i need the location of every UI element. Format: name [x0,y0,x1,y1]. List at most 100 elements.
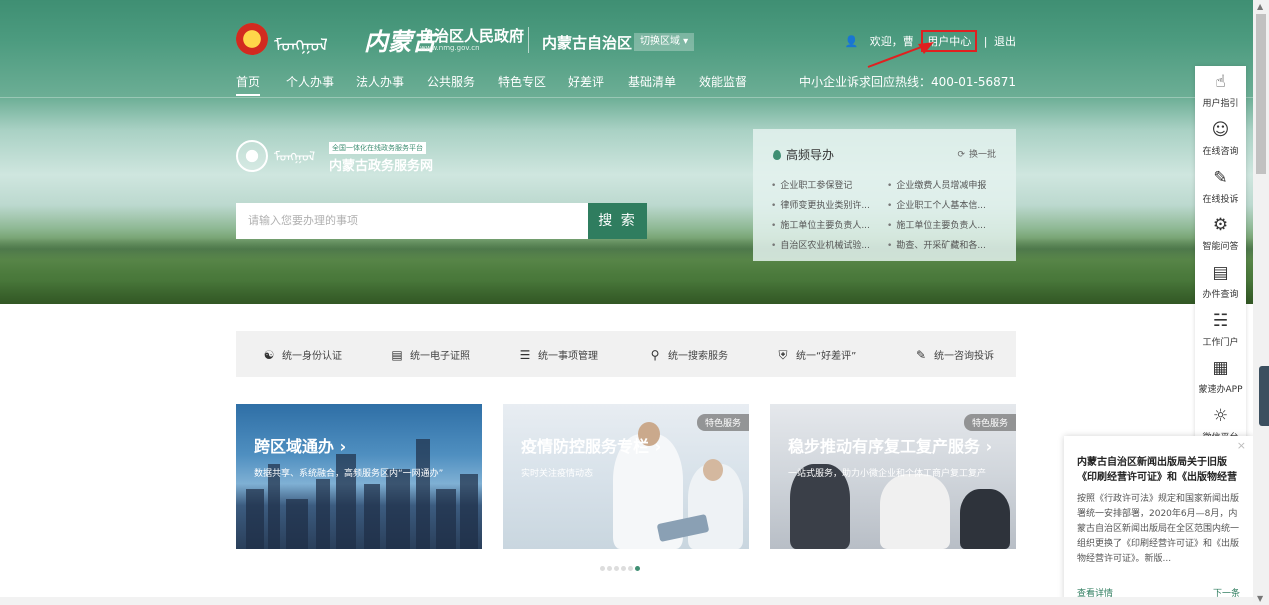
hot-guide-panel: 高频导办 ⟳换一批 企业职工参保登记 企业缴费人员增减申报 律师变更执业类别许.… [753,129,1016,261]
card-title: 疫情防控服务专栏 › [521,437,662,456]
nurse-head [703,459,723,481]
building-shape [386,469,410,549]
sidebar-item-online-complaint[interactable]: ✎ 在线投诉 [1195,168,1246,205]
nav-supervision[interactable]: 效能监督 [699,73,747,90]
nav-basic-list[interactable]: 基础清单 [628,73,676,90]
switch-region-button[interactable]: 切换区域 ▾ [634,33,695,51]
unified-rating[interactable]: ⛨ 统一“好差评” [776,347,856,363]
hot-item[interactable]: 施工单位主要负责人... [887,218,999,231]
card-title: 跨区域通办 › [254,437,347,456]
card-resume-work[interactable]: 特色服务 稳步推动有序复工复产服务 › 一站式服务，助力小微企业和个体工商户复工… [770,404,1016,549]
hot-item[interactable]: 企业缴费人员增减申报 [887,178,999,191]
portal-emblem-icon [236,140,268,172]
carousel-dot[interactable] [600,566,605,571]
card-subtitle: 数据共享、系统融合，高频服务区内“一网通办” [254,469,444,479]
region-name: 内蒙古自治区 [542,34,633,52]
sidebar-item-online-consult[interactable]: ☺ 在线咨询 [1195,120,1246,157]
sidebar-item-case-query[interactable]: ▤ 办件查询 [1195,263,1246,300]
carousel-dot[interactable] [607,566,612,571]
sidebar-item-work-portal[interactable]: ☵ 工作门户 [1195,311,1246,348]
logout-link[interactable]: 退出 [994,33,1016,49]
hot-item[interactable]: 企业职工个人基本信... [887,198,999,211]
nav-divider [0,97,1253,98]
unified-id-auth[interactable]: ☯ 统一身份认证 [262,347,342,362]
hot-item[interactable]: 律师变更执业类别许... [771,198,883,211]
scrollbar[interactable]: ▲ ▼ [1253,0,1269,605]
nav-personal[interactable]: 个人办事 [286,73,334,90]
carousel-dot[interactable] [621,566,626,571]
edit-icon: ✎ [915,348,927,362]
close-icon[interactable]: × [1237,439,1246,452]
hot-item[interactable]: 自治区农业机械试验... [771,238,883,251]
building-shape [286,499,308,549]
list-icon: ☰ [519,348,531,362]
card-cross-region[interactable]: 跨区域通办 › 数据共享、系统融合，高频服务区内“一网通办” [236,404,482,549]
nav-corporate[interactable]: 法人办事 [356,73,404,90]
news-popup: × 内蒙古自治区新闻出版局关于旧版《印刷经营许可证》和《出版物经营许... 按照… [1064,436,1253,605]
card-subtitle: 实时关注疫情动态 [521,469,594,479]
refresh-button[interactable]: ⟳ 换一批 [957,147,996,160]
gov-name[interactable]: 自治区人民政府 [419,25,524,46]
building-shape [416,439,430,549]
mongolian-script: ᠮᠣᠩᠭᠣᠯ [274,36,328,56]
carousel-dot[interactable] [614,566,619,571]
hot-item[interactable]: 企业职工参保登记 [771,178,883,191]
portal-logo: ᠮᠣᠩᠭᠣᠯ 全国一体化在线政务服务平台 内蒙古政务服务网 [236,140,456,176]
divider [528,27,529,53]
hot-item[interactable]: 勘查、开采矿藏和各... [887,238,999,251]
sidebar-item-smart-qa[interactable]: ⚙ 智能问答 [1195,215,1246,252]
main-nav: 首页 个人办事 法人办事 公共服务 特色专区 好差评 基础清单 效能监督 中小企… [236,73,1016,97]
nav-rating[interactable]: 好差评 [568,73,604,90]
unified-item-management[interactable]: ☰ 统一事项管理 [518,347,598,362]
pen-icon: ✎ [1213,168,1228,188]
popup-body: 按照《行政许可法》规定和国家新闻出版署统一安排部署，2020年6月—8月，内蒙古… [1077,494,1240,564]
carousel-dots [600,560,642,574]
shield-icon: ⛨ [778,348,788,362]
user-icon: 👤 [844,34,859,48]
carousel-dot-active[interactable] [635,566,640,571]
building-shape [246,489,264,549]
nav-home[interactable]: 首页 [236,73,261,96]
nav-special-zone[interactable]: 特色专区 [498,73,546,90]
unified-search-service[interactable]: ⚲ 统一搜索服务 [648,347,728,362]
unified-e-certificate[interactable]: ▤ 统一电子证照 [390,347,470,362]
search-button[interactable]: 搜 索 [588,203,647,239]
sidebar-item-app[interactable]: ▦ 蒙速办APP [1195,358,1246,395]
document-search-icon: ▤ [1212,263,1229,283]
card-badge: 特色服务 [696,414,749,431]
search-input[interactable] [236,203,588,239]
unified-complaint[interactable]: ✎ 统一咨询投诉 [914,347,994,362]
separator: | [983,34,988,48]
popup-title[interactable]: 内蒙古自治区新闻出版局关于旧版《印刷经营许可证》和《出版物经营许... [1077,455,1242,485]
building-shape [364,484,380,549]
nav-public-service[interactable]: 公共服务 [427,73,475,90]
portal-mongolian: ᠮᠣᠩᠭᠣᠯ [274,150,316,165]
portal-tag: 全国一体化在线政务服务平台 [329,142,426,154]
scroll-down-icon[interactable]: ▼ [1257,594,1263,603]
national-emblem-icon [236,23,268,55]
bottom-strip [0,597,1253,605]
org-chart-icon: ☵ [1212,311,1229,331]
building-shape [316,479,330,549]
red-arrow-icon [867,42,934,68]
worker-figure [880,474,950,549]
card-title: 稳步推动有序复工复产服务 › [788,437,993,456]
scrollbar-thumb[interactable] [1256,14,1266,174]
scroll-up-icon[interactable]: ▲ [1257,2,1263,11]
card-badge: 特色服务 [963,414,1016,431]
sidebar-item-user-guide[interactable]: ☝ 用户指引 [1195,72,1246,109]
chat-icon: ☺ [1211,120,1230,140]
flame-icon [773,150,781,160]
portal-title: 内蒙古政务服务网 [329,159,434,174]
hand-pointer-icon: ☝ [1215,72,1226,92]
certificate-icon: ▤ [391,348,403,362]
card-epidemic[interactable]: 特色服务 疫情防控服务专栏 › 实时关注疫情动态 [503,404,749,549]
building-shape [436,489,456,549]
search-icon: ⚲ [650,348,660,362]
card-subtitle: 一站式服务，助力小微企业和个体工商户复工复产 [788,469,987,479]
hot-item[interactable]: 施工单位主要负责人... [771,218,883,231]
robot-icon: ⚙ [1212,215,1229,235]
app-icon: ▦ [1212,358,1229,378]
edge-widget[interactable] [1259,366,1269,426]
carousel-dot[interactable] [628,566,633,571]
